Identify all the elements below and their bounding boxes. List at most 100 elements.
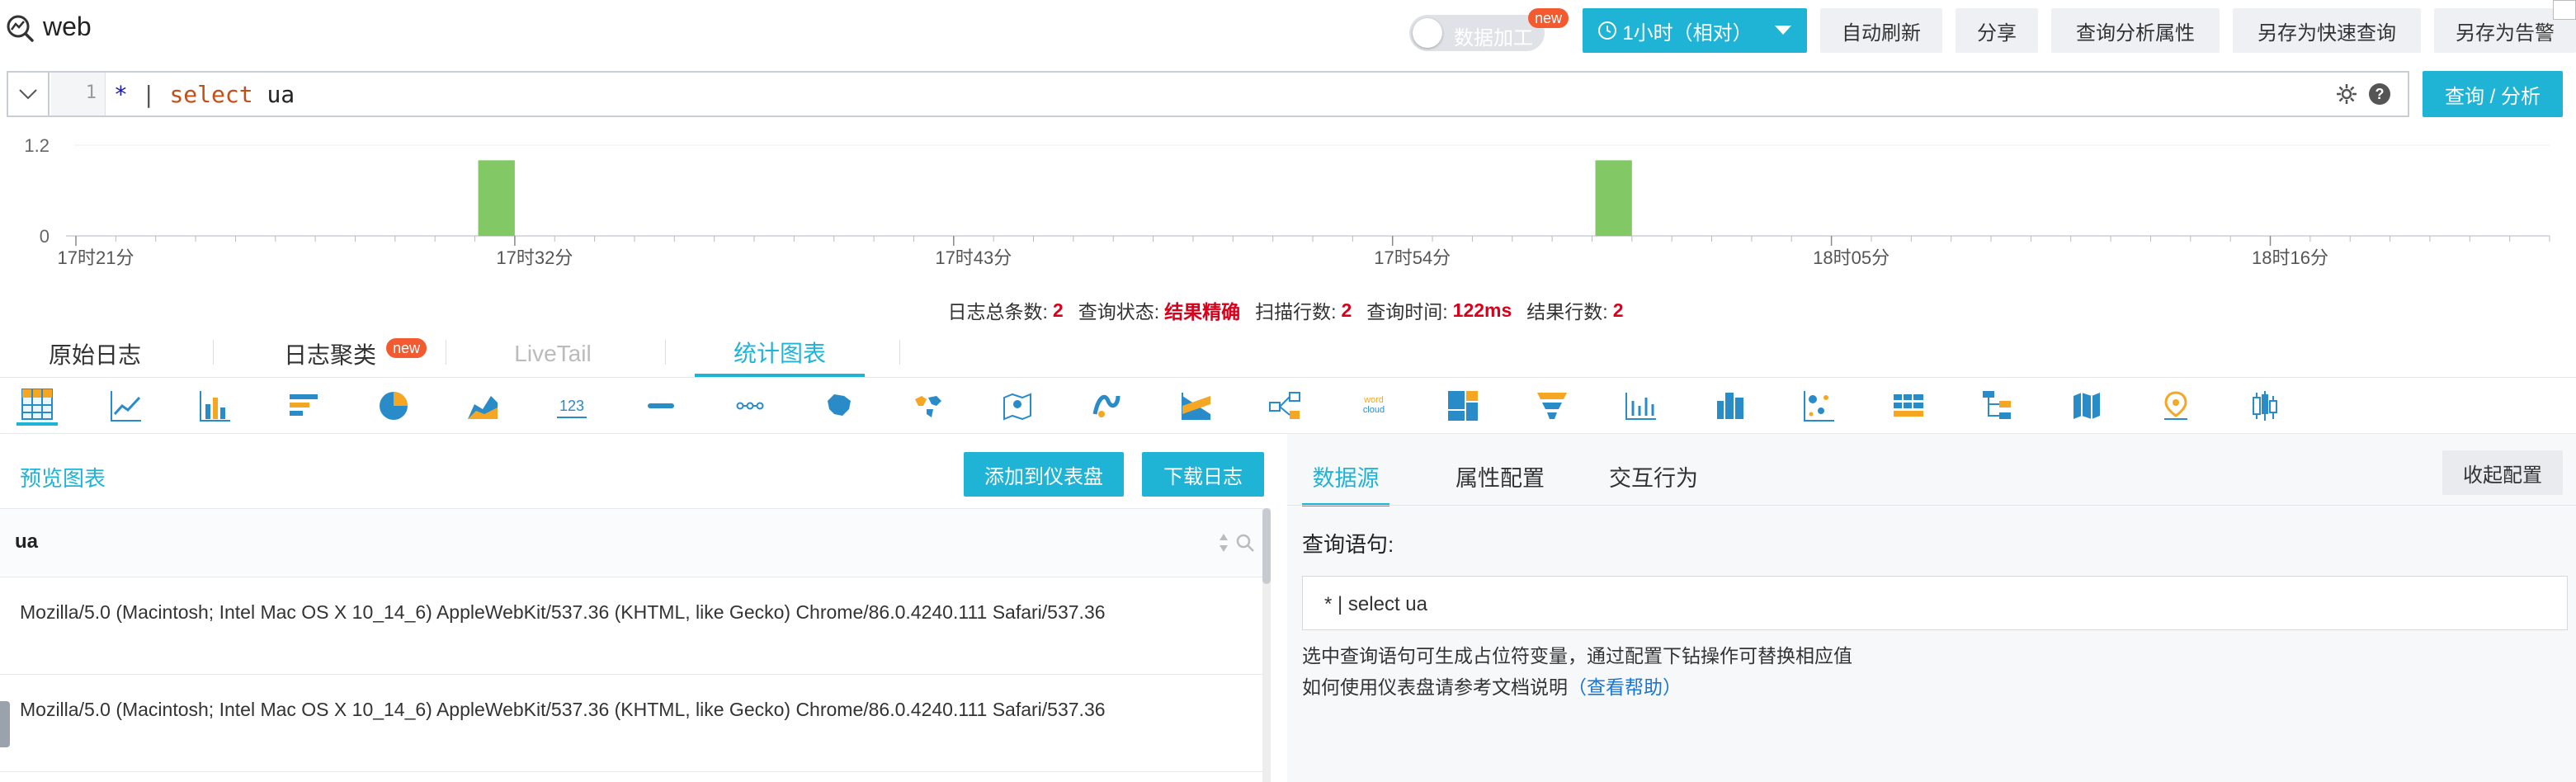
side-drawer-handle[interactable] <box>0 701 10 747</box>
horizontal-bar-icon[interactable] <box>284 386 325 426</box>
column-header-ua[interactable]: ua <box>15 530 38 554</box>
tab-statistics-chart[interactable]: 统计图表 <box>695 330 865 377</box>
svg-text:123: 123 <box>559 398 584 414</box>
log-histogram[interactable]: 1.2 0 17时21分 17时32分 17时43分 17时54分 18时05分 18时1… <box>0 124 2576 297</box>
x-tick-label: 17时43分 <box>935 247 1012 268</box>
table-cell-ua: Mozilla/5.0 (Macintosh; Intel Mac OS X 1… <box>20 601 1106 623</box>
china-map-icon[interactable] <box>819 386 860 426</box>
share-button[interactable]: 分享 <box>1956 8 2038 53</box>
query-code[interactable]: * | select ua <box>114 81 295 108</box>
line-number: 1 <box>85 82 97 103</box>
x-tick-label: 17时32分 <box>496 247 573 268</box>
cross-table-icon[interactable] <box>1710 386 1751 426</box>
query-properties-button[interactable]: 查询分析属性 <box>2051 8 2220 53</box>
dashboard-help-text: 如何使用仪表盘请参考文档说明 <box>1302 676 1568 698</box>
bars-group <box>478 160 1632 236</box>
preview-title: 预览图表 <box>20 466 106 491</box>
add-to-dashboard-button[interactable]: 添加到仪表盘 <box>964 452 1124 497</box>
tab-log-cluster[interactable]: 日志聚类 <box>272 330 388 377</box>
collapse-editor-button[interactable] <box>8 73 50 115</box>
save-quick-query-button[interactable]: 另存为快速查询 <box>2233 8 2421 53</box>
timeline-icon[interactable] <box>1621 386 1662 426</box>
time-range-label: 1小时（相对） <box>1622 21 1753 45</box>
topology-icon[interactable] <box>1264 386 1305 426</box>
single-value-icon[interactable]: 123 <box>551 386 592 426</box>
search-analyze-button[interactable]: 查询 / 分析 <box>2423 71 2563 117</box>
candlestick-icon[interactable] <box>2244 386 2286 426</box>
tab-divider <box>213 340 214 365</box>
line-chart-icon[interactable] <box>106 386 147 426</box>
query-statement-label: 查询语句: <box>1302 532 1394 557</box>
svg-text:cloud: cloud <box>1363 405 1385 415</box>
calendar-map-icon[interactable] <box>2066 386 2107 426</box>
data-process-toggle[interactable]: 数据加工 <box>1409 15 1545 51</box>
heatmap-table-icon[interactable] <box>1888 386 1929 426</box>
histogram-bar[interactable] <box>478 160 515 236</box>
clock-icon <box>1598 21 1617 40</box>
x-ticks-group <box>75 236 2550 242</box>
y-tick-zero: 0 <box>40 226 50 247</box>
placeholder-hint: 选中查询语句可生成占位符变量，通过配置下钻操作可替换相应值 <box>1302 645 1852 667</box>
svg-text:?: ? <box>2375 86 2385 102</box>
funnel-icon[interactable] <box>1531 386 1573 426</box>
header-bar: web 数据加工 new 1小时（相对） 自动刷新 分享 查询分析属性 另存为快… <box>0 0 2576 66</box>
state-label: 查询状态: <box>1078 301 1160 323</box>
query-statement-field[interactable]: * | select ua <box>1302 576 2568 630</box>
x-tick-label: 18时16分 <box>2252 247 2328 268</box>
pie-chart-icon[interactable] <box>373 386 414 426</box>
auto-refresh-button[interactable]: 自动刷新 <box>1820 8 1942 53</box>
svg-text:word: word <box>1363 395 1384 405</box>
x-tick-label: 17时54分 <box>1374 247 1451 268</box>
vertical-scrollbar-thumb[interactable] <box>1262 508 1271 584</box>
state-value: 结果精确 <box>1164 301 1241 323</box>
time-range-button[interactable]: 1小时（相对） <box>1583 8 1807 53</box>
sort-icon[interactable] <box>1218 532 1229 554</box>
tab-data-source[interactable]: 数据源 <box>1302 460 1389 506</box>
chevron-down-icon <box>19 89 37 100</box>
tab-property-config[interactable]: 属性配置 <box>1444 460 1556 506</box>
progress-bar-icon[interactable] <box>640 386 682 426</box>
config-divider <box>1287 505 2576 506</box>
result-value: 2 <box>1612 299 1624 321</box>
word-cloud-icon[interactable]: word cloud <box>1353 386 1394 426</box>
preview-panel: 预览图表 添加到仪表盘 下载日志 ua Mozilla/5.0 (Macinto… <box>0 434 1271 782</box>
tab-interaction[interactable]: 交互行为 <box>1597 460 1710 506</box>
token-ident: ua <box>267 81 295 108</box>
token-keyword: select <box>169 81 253 108</box>
area-chart-icon[interactable] <box>462 386 503 426</box>
column-search-icon[interactable] <box>1234 532 1256 554</box>
config-panel: 数据源 属性配置 交互行为 收起配置 查询语句: * | select ua 选… <box>1287 434 2576 782</box>
total-label: 日志总条数: <box>947 301 1048 323</box>
scan-label: 扫描行数: <box>1255 301 1337 323</box>
sankey-icon[interactable] <box>1175 386 1216 426</box>
collapse-config-button[interactable]: 收起配置 <box>2442 450 2563 495</box>
settings-gear-icon[interactable] <box>2335 82 2358 106</box>
y-tick-top: 1.2 <box>24 135 50 156</box>
token-pipe: | <box>141 81 156 108</box>
histogram-svg: 1.2 0 17时21分 17时32分 17时43分 17时54分 18时05分 18时1… <box>24 135 2550 268</box>
table-header: ua <box>0 508 1271 577</box>
x-tick-label: 17时21分 <box>58 247 134 268</box>
amap-icon[interactable] <box>997 386 1038 426</box>
treemap-icon[interactable] <box>1442 386 1484 426</box>
world-map-icon[interactable] <box>908 386 949 426</box>
table-icon[interactable] <box>17 386 58 426</box>
download-log-button[interactable]: 下载日志 <box>1142 452 1264 497</box>
tab-raw-logs[interactable]: 原始日志 <box>33 330 157 377</box>
table-row: Mozilla/5.0 (Macintosh; Intel Mac OS X 1… <box>0 577 1271 675</box>
x-tick-label: 18时05分 <box>1813 247 1890 268</box>
log-cluster-new-badge: new <box>386 338 427 358</box>
flow-chart-icon[interactable] <box>1086 386 1127 426</box>
histogram-bar[interactable] <box>1595 160 1632 236</box>
scatter-icon[interactable] <box>1799 386 1840 426</box>
view-help-link[interactable]: （查看帮助） <box>1568 676 1682 698</box>
tab-livetail[interactable]: LiveTail <box>495 330 611 377</box>
help-icon[interactable]: ? <box>2368 82 2391 106</box>
query-editor[interactable]: 1 * | select ua ? <box>7 71 2409 117</box>
scan-value: 2 <box>1341 299 1352 321</box>
bar-chart-icon[interactable] <box>195 386 236 426</box>
map-dots-icon[interactable] <box>729 386 771 426</box>
location-icon[interactable] <box>2155 386 2196 426</box>
hierarchy-icon[interactable] <box>1977 386 2018 426</box>
chart-type-toolbar: 123 word cloud <box>0 378 2576 434</box>
